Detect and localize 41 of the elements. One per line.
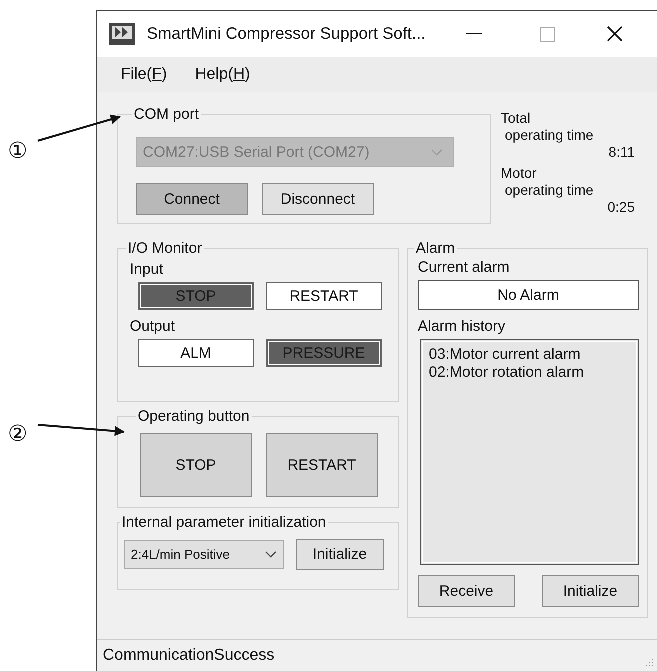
window-title: SmartMini Compressor Support Soft... [147,24,426,44]
menu-item[interactable]: File(F) [121,66,168,84]
alarm-button[interactable]: Initialize [542,575,639,607]
section-label: Output [130,318,176,335]
operate-button[interactable]: STOP [140,433,252,497]
group-label: Alarm [415,240,456,257]
current-alarm-field: No Alarm [418,280,639,310]
group-label: COM port [133,106,200,123]
app-logo-icon [109,23,135,45]
list-item[interactable]: 02:Motor rotation alarm [429,364,630,382]
time-label: Total [501,110,532,127]
alarm-button[interactable]: Receive [418,575,515,607]
time-label: Motor [501,165,538,182]
group-label: Operating button [137,408,251,425]
menu-item[interactable]: Help(H) [195,66,250,84]
operate-button[interactable]: RESTART [266,433,378,497]
time-label: operating time [504,182,595,199]
close-icon[interactable] [606,26,623,42]
status-indicator: RESTART [266,282,382,310]
field-label: Alarm history [418,318,507,335]
status-indicator: STOP [138,282,254,310]
parameter-dropdown[interactable]: 2:4L/min Positive [124,540,284,569]
resize-grip-icon [646,659,654,667]
time-label: operating time [504,127,595,144]
callout-number: ① [8,140,28,164]
field-label: Current alarm [418,259,511,276]
status-text: CommunicationSuccess [103,646,275,664]
port-button[interactable]: Disconnect [262,183,374,215]
time-value: 8:11 [608,144,636,161]
callout-number: ② [8,423,28,447]
chevron-down-icon [265,551,277,558]
initialize-button[interactable]: Initialize [296,539,384,570]
minimize-icon[interactable] [466,33,482,35]
group-label: Internal parameter initialization [121,514,328,531]
status-indicator: ALM [138,339,254,367]
chevron-down-icon [431,148,443,156]
section-label: Input [130,261,164,278]
status-indicator: PRESSURE [266,339,382,367]
list-item[interactable]: 03:Motor current alarm [429,346,630,364]
group-label: I/O Monitor [127,240,204,257]
time-value: 0:25 [608,199,636,216]
